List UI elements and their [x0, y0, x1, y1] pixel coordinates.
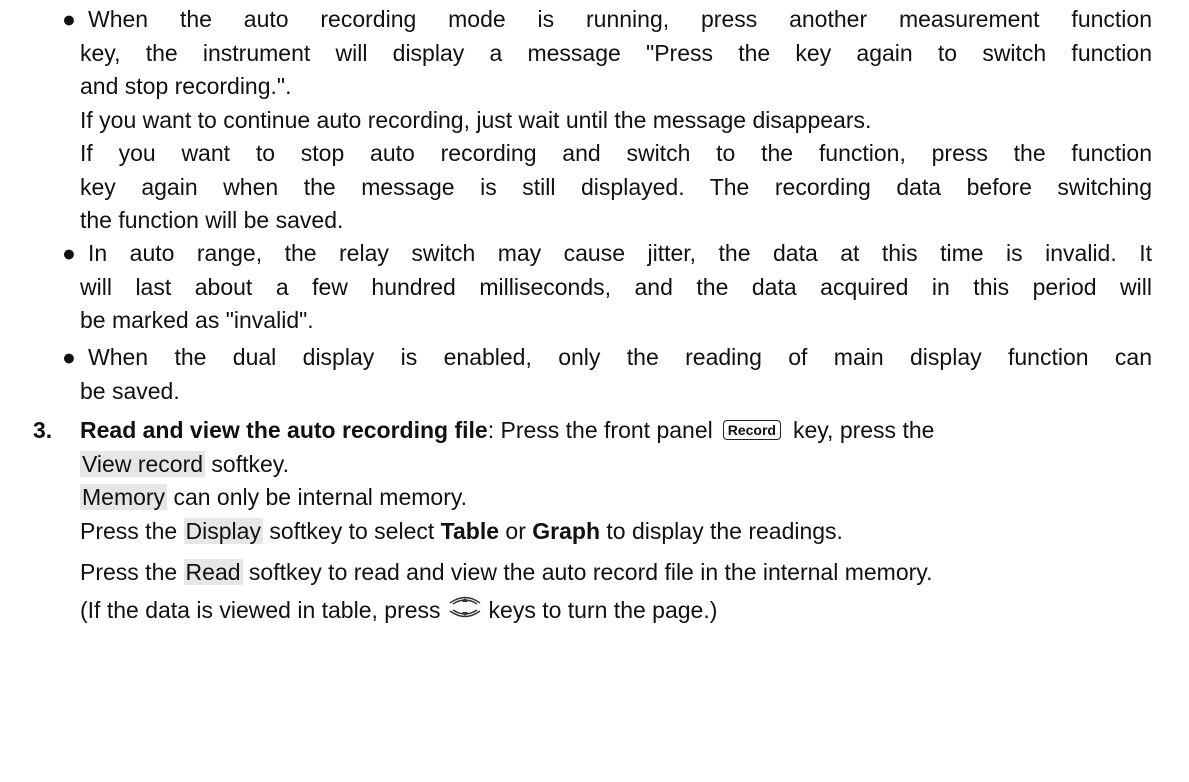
- bullet-dual-display: ● When the dual display is enabled, only …: [62, 341, 1152, 408]
- step-number: 3.: [33, 417, 53, 443]
- step-line: Press the Display softkey to select Tabl…: [80, 515, 1155, 549]
- table-option: Table: [440, 517, 500, 544]
- manual-page: ● When the auto recording mode is running…: [0, 0, 1189, 782]
- memory-softkey: Memory: [80, 484, 168, 510]
- record-key-icon: Record: [722, 420, 781, 440]
- step-text: softkey to select: [262, 517, 441, 544]
- step-line: View record softkey.: [80, 448, 1155, 482]
- bullet-line: If you want to stop auto recording and s…: [80, 140, 1152, 166]
- step-text: to display the readings.: [600, 517, 843, 544]
- step-text: : Press the front panel: [487, 417, 713, 443]
- step-text: keys to turn the page.): [488, 596, 718, 623]
- step-title: Read and view the auto recording file: [80, 417, 488, 443]
- bullet-text: When the dual display is enabled, only t…: [88, 344, 1152, 370]
- bullet-line: be saved.: [80, 377, 180, 404]
- read-softkey: Read: [183, 559, 243, 585]
- bullet-auto-recording: ● When the auto recording mode is running…: [62, 3, 1152, 238]
- bullet-text: In auto range, the relay switch may caus…: [88, 240, 1152, 266]
- bullet-line: will last about a few hundred millisecon…: [80, 273, 1152, 300]
- bullet-line: and stop recording.".: [80, 73, 292, 99]
- step-line: (If the data is viewed in table, press ke…: [80, 592, 1155, 632]
- bullet-icon: ●: [62, 240, 76, 266]
- bullet-auto-range: ● In auto range, the relay switch may cau…: [62, 237, 1152, 338]
- step-line: Memory can only be internal memory.: [80, 481, 1155, 515]
- step-line: Press the Read softkey to read and view …: [80, 556, 1155, 590]
- step-line: Read and view the auto recording file: P…: [80, 414, 1155, 448]
- step-text: Press the: [80, 517, 184, 544]
- bullet-line: the function will be saved.: [80, 207, 344, 233]
- bullet-line: key again when the message is still disp…: [80, 173, 1152, 200]
- bullet-line: ● When the dual display is enabled, only …: [62, 341, 1152, 375]
- step-read-view: Read and view the auto recording file: P…: [80, 414, 1155, 631]
- view-record-softkey: View record: [80, 450, 206, 477]
- up-down-arrow-keys-icon: [447, 592, 483, 632]
- bullet-line: If you want to continue auto recording, …: [80, 106, 872, 133]
- step-text: can only be internal memory.: [167, 484, 468, 510]
- bullet-line: ● In auto range, the relay switch may cau…: [62, 237, 1152, 271]
- bullet-line: key, the instrument will display a messa…: [80, 39, 1152, 66]
- graph-option: Graph: [532, 517, 601, 544]
- step-text: softkey to read and view the auto record…: [242, 559, 933, 585]
- display-softkey: Display: [183, 517, 263, 544]
- step-text: Press the: [80, 559, 184, 585]
- step-text: key, press the: [792, 417, 935, 443]
- step-text: softkey.: [205, 450, 289, 477]
- bullet-icon: ●: [62, 344, 76, 370]
- step-text: or: [499, 517, 533, 544]
- bullet-line: be marked as "invalid".: [80, 307, 314, 333]
- bullet-line: ● When the auto recording mode is running…: [62, 3, 1152, 37]
- bullet-text: When the auto recording mode is running,…: [88, 6, 1152, 32]
- step-text: (If the data is viewed in table, press: [80, 596, 441, 623]
- bullet-icon: ●: [62, 6, 76, 32]
